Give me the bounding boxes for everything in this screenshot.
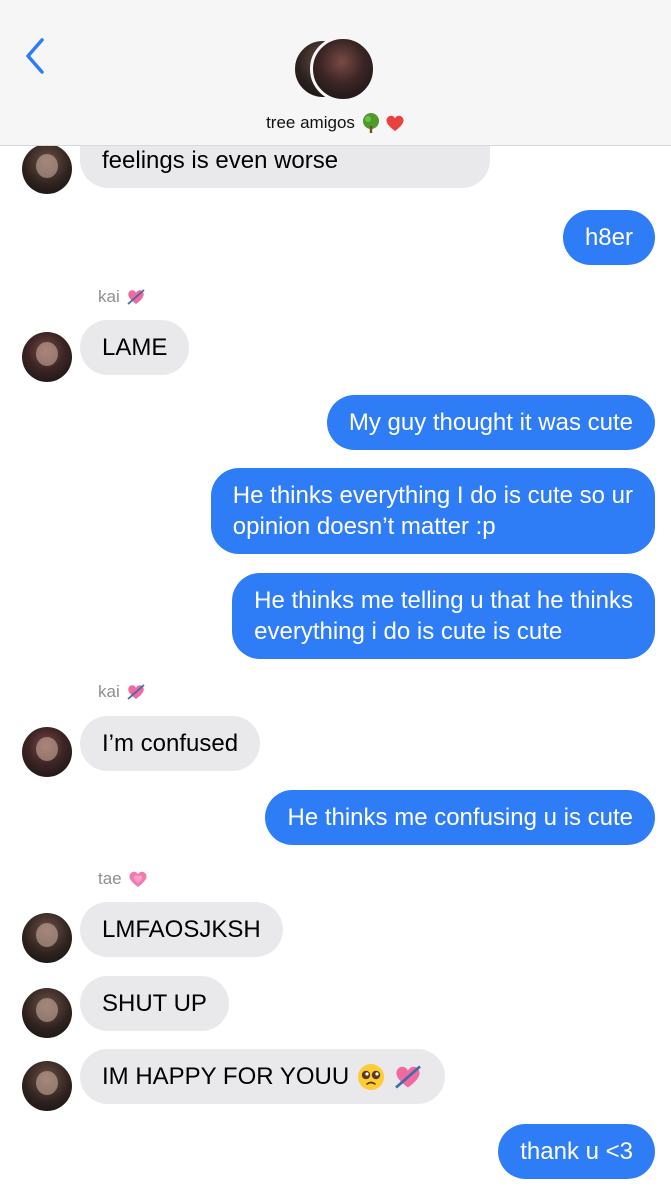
group-title[interactable]: tree amigos (0, 113, 671, 133)
member-avatar (310, 36, 376, 102)
group-avatar[interactable] (292, 36, 380, 106)
avatar[interactable] (22, 332, 72, 382)
sender-label: kai (98, 287, 146, 307)
message-outgoing: He thinks me telling u that he thinks ev… (232, 573, 655, 659)
message-bubble[interactable]: He thinks me confusing u is cute (265, 790, 655, 845)
message-outgoing: thank u <3 (498, 1124, 655, 1179)
red-heart-icon (386, 115, 404, 131)
back-button[interactable] (18, 36, 52, 76)
message-bubble[interactable]: My guy thought it was cute (326, 395, 655, 450)
heart-with-arrow-icon (127, 289, 145, 305)
avatar[interactable] (22, 1061, 72, 1111)
message-outgoing: h8er (562, 210, 655, 265)
growing-heart-icon (129, 871, 147, 887)
heart-with-arrow-icon (127, 684, 145, 700)
tree-emoji-icon (362, 113, 379, 133)
message-bubble[interactable]: He thinks everything I do is cute so ur … (210, 468, 655, 554)
message-incoming: IM HAPPY FOR YOUU (80, 1049, 446, 1104)
conversation-header: tree amigos (0, 0, 671, 146)
message-bubble[interactable]: IM HAPPY FOR YOUU (80, 1049, 446, 1104)
pleading-face-icon (358, 1063, 385, 1090)
message-bubble[interactable]: I’m confused (80, 716, 261, 771)
message-outgoing: My guy thought it was cute (326, 395, 655, 450)
message-outgoing: He thinks everything I do is cute so ur … (210, 468, 655, 554)
message-incoming: I’m confused (80, 716, 261, 771)
sender-label: tae (98, 869, 148, 889)
avatar[interactable] (22, 727, 72, 777)
message-outgoing: He thinks me confusing u is cute (265, 790, 655, 845)
message-bubble[interactable]: SHUT UP (80, 976, 229, 1031)
message-incoming: LAME (80, 320, 190, 375)
message-bubble[interactable]: h8er (562, 210, 655, 265)
message-bubble[interactable]: LAME (80, 320, 190, 375)
group-name: tree amigos (266, 113, 355, 132)
message-incoming: LMFAOSJKSH (80, 902, 283, 957)
message-bubble[interactable]: thank u <3 (498, 1124, 655, 1179)
avatar[interactable] (22, 988, 72, 1038)
avatar[interactable] (22, 144, 72, 194)
message-bubble[interactable]: He thinks me telling u that he thinks ev… (232, 573, 655, 659)
chevron-left-icon (26, 38, 44, 74)
message-incoming: SHUT UP (80, 976, 229, 1031)
avatar[interactable] (22, 913, 72, 963)
sender-label: kai (98, 682, 146, 702)
heart-with-arrow-icon (395, 1064, 422, 1089)
message-bubble[interactable]: LMFAOSJKSH (80, 902, 283, 957)
